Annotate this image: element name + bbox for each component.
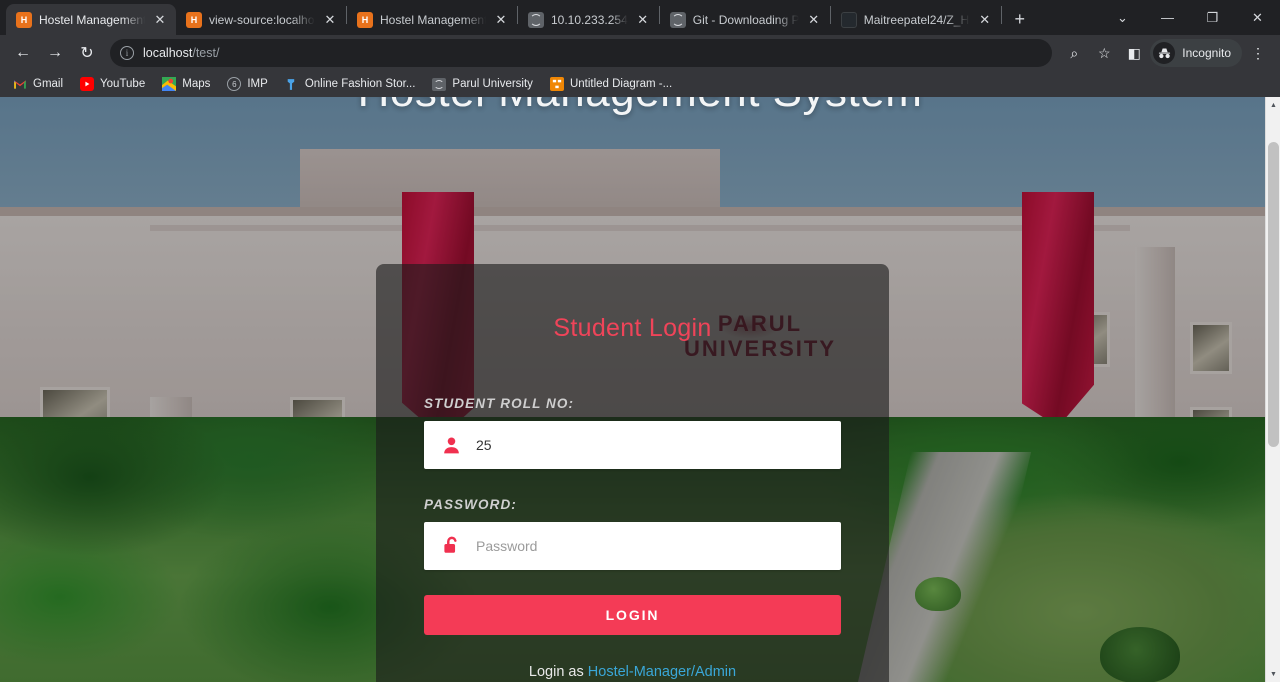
incognito-label: Incognito — [1182, 46, 1231, 60]
scroll-up-arrow-icon[interactable]: ▲ — [1266, 97, 1280, 113]
tab-title: 10.10.233.254 — [551, 12, 628, 27]
maximize-button[interactable]: ❐ — [1190, 2, 1235, 34]
bookmark-gmail[interactable]: Gmail — [6, 74, 70, 94]
login-button[interactable]: LOGIN — [424, 595, 841, 635]
hostel-app-icon: H — [16, 11, 32, 28]
tab-search-icon[interactable]: ⌄ — [1100, 2, 1145, 34]
forward-button[interactable]: → — [40, 38, 70, 68]
close-icon[interactable]: ✕ — [806, 12, 822, 28]
bookmark-star-icon[interactable]: ☆ — [1090, 39, 1118, 67]
hostel-app-icon: H — [357, 11, 373, 28]
scrollbar-thumb[interactable] — [1268, 142, 1279, 447]
browser-tab-2[interactable]: H view-source:localhost/ ✕ — [176, 4, 346, 35]
login-as-admin-line: Login as Hostel-Manager/Admin — [424, 664, 841, 680]
tab-title: Git - Downloading Pa — [692, 12, 799, 27]
user-icon — [440, 434, 462, 456]
github-icon — [840, 11, 857, 28]
bookmark-imp[interactable]: 6 IMP — [220, 74, 274, 94]
password-input[interactable] — [476, 538, 825, 554]
bookmark-youtube[interactable]: YouTube — [73, 74, 152, 94]
browser-tab-3[interactable]: H Hostel Management S ✕ — [347, 4, 517, 35]
bookmark-label: Maps — [182, 78, 211, 90]
roll-no-label: STUDENT ROLL NO: — [424, 396, 575, 411]
scroll-down-arrow-icon[interactable]: ▼ — [1266, 666, 1280, 682]
close-icon[interactable]: ✕ — [152, 12, 168, 28]
incognito-profile-chip[interactable]: Incognito — [1150, 39, 1242, 67]
bookmark-label: Online Fashion Stor... — [304, 78, 416, 90]
bookmark-label: Untitled Diagram -... — [569, 78, 673, 90]
bookmarks-bar: Gmail YouTube Maps 6 IMP Online Fashion … — [0, 71, 1280, 97]
minimize-button[interactable]: — — [1145, 2, 1190, 34]
roll-no-field[interactable] — [424, 421, 841, 469]
browser-tab-5[interactable]: Git - Downloading Pa ✕ — [660, 4, 830, 35]
incognito-icon — [1153, 42, 1176, 64]
password-field[interactable] — [424, 522, 841, 570]
close-icon[interactable]: ✕ — [635, 12, 651, 28]
globe-icon — [528, 11, 544, 28]
parul-university-icon — [432, 77, 447, 91]
unlock-icon — [440, 535, 462, 557]
bookmark-label: Gmail — [33, 78, 64, 90]
page-viewport: PARULUNIVERSITY Hostel Management System… — [0, 97, 1280, 682]
bookmark-untitled-diagram[interactable]: Untitled Diagram -... — [543, 74, 679, 94]
url-path: /test/ — [192, 46, 220, 60]
zoom-icon[interactable]: ⌕ — [1060, 39, 1088, 67]
bookmark-label: Parul University — [452, 78, 533, 90]
tab-title: Maitreepatel24/Z_HO — [863, 12, 970, 27]
chrome-menu-icon[interactable]: ⋮ — [1244, 39, 1272, 67]
globe-icon — [669, 11, 686, 28]
window-controls: ⌄ — ❐ ✕ — [1100, 0, 1280, 35]
close-icon[interactable]: ✕ — [493, 12, 509, 28]
card-title: Student Login — [553, 314, 712, 342]
address-bar[interactable]: i localhost/test/ — [110, 39, 1053, 67]
bookmark-online-fashion-store[interactable]: Online Fashion Stor... — [278, 74, 423, 94]
gmail-icon — [13, 77, 27, 91]
bookmark-parul-university[interactable]: Parul University — [425, 75, 540, 94]
bookmark-label: YouTube — [100, 78, 146, 90]
tab-title: view-source:localhost/ — [209, 12, 315, 27]
bookmark-maps[interactable]: Maps — [155, 74, 217, 94]
tab-strip: H Hostel Management S ✕ H view-source:lo… — [0, 0, 1280, 35]
reload-button[interactable]: ↻ — [72, 38, 102, 68]
close-icon[interactable]: ✕ — [977, 12, 993, 28]
tab-divider — [1000, 5, 1002, 24]
close-window-button[interactable]: ✕ — [1235, 2, 1280, 34]
maps-icon — [162, 77, 177, 91]
tab-title: Hostel Management S — [39, 12, 145, 27]
url-text: localhost/test/ — [143, 46, 219, 60]
back-button[interactable]: ← — [8, 38, 38, 68]
bookmark-label: IMP — [247, 78, 268, 90]
hostel-app-icon: H — [186, 11, 202, 28]
student-login-card: Student Login STUDENT ROLL NO: PASSWORD: — [376, 264, 889, 682]
imp-icon: 6 — [227, 77, 242, 91]
hostel-manager-admin-link[interactable]: Hostel-Manager/Admin — [588, 664, 736, 680]
side-panel-icon[interactable]: ◧ — [1120, 39, 1148, 67]
site-info-icon[interactable]: i — [120, 46, 134, 60]
browser-tab-1[interactable]: H Hostel Management S ✕ — [6, 4, 176, 35]
toolbar-actions: ⌕ ☆ ◧ Incognito ⋮ — [1060, 39, 1272, 67]
browser-tab-6[interactable]: Maitreepatel24/Z_HO ✕ — [831, 4, 1001, 35]
login-as-admin-prefix: Login as — [528, 664, 588, 680]
new-tab-button[interactable]: + — [1006, 5, 1034, 33]
fashion-store-icon — [285, 77, 299, 91]
youtube-icon — [80, 77, 95, 91]
url-host: localhost — [143, 46, 193, 60]
tab-title: Hostel Management S — [380, 12, 486, 27]
close-icon[interactable]: ✕ — [322, 12, 338, 28]
browser-window: H Hostel Management S ✕ H view-source:lo… — [0, 0, 1280, 682]
password-label: PASSWORD: — [424, 497, 517, 512]
page-scrollbar[interactable]: ▲ ▼ — [1265, 97, 1280, 682]
browser-tab-4[interactable]: 10.10.233.254 ✕ — [518, 4, 659, 35]
roll-no-input[interactable] — [476, 437, 825, 453]
drawio-icon — [549, 77, 564, 91]
page-title: Hostel Management System — [0, 97, 1280, 117]
browser-toolbar: ← → ↻ i localhost/test/ ⌕ ☆ ◧ Incognito — [0, 35, 1280, 71]
